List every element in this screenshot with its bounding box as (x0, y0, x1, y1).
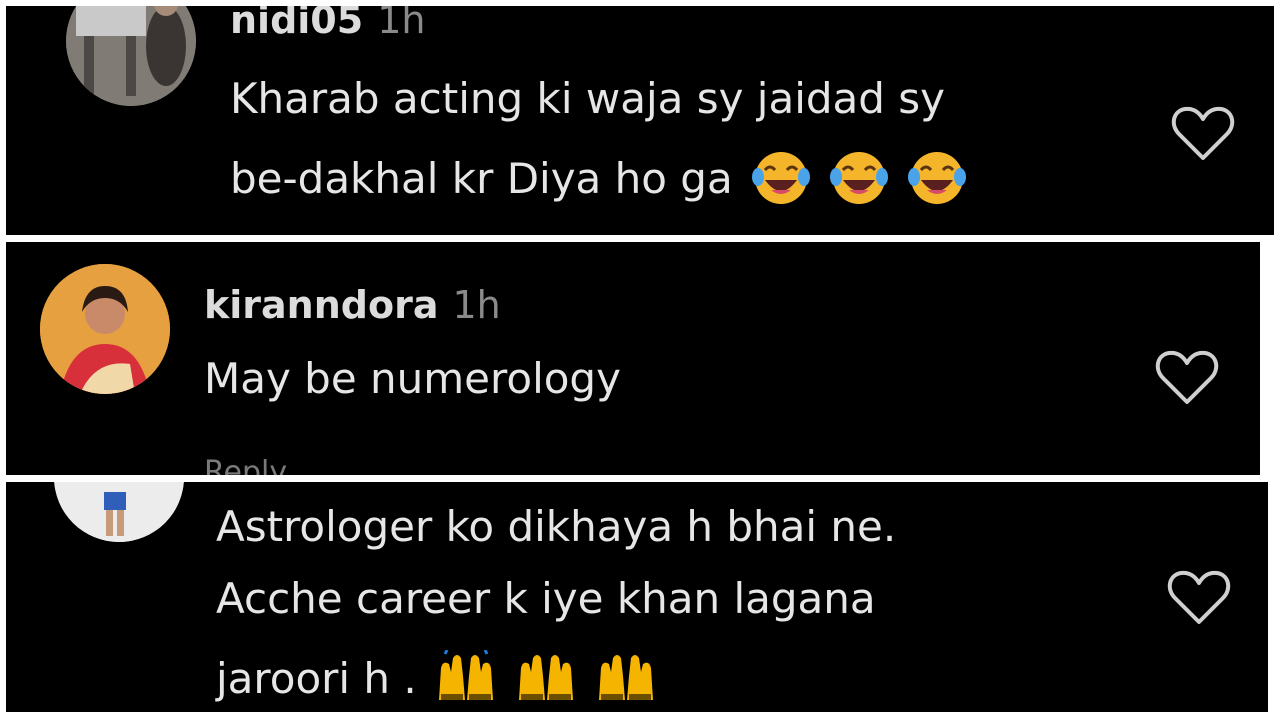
comment-text-line: be-dakhal kr Diya ho ga (230, 150, 967, 213)
username-text[interactable]: kiranndora (204, 283, 438, 327)
heart-outline-icon[interactable] (1170, 104, 1236, 164)
comment-card: nidi05 1h Kharab acting ki waja sy jaidad… (6, 6, 1274, 235)
heart-outline-icon[interactable] (1166, 568, 1232, 628)
reply-link[interactable]: Reply (204, 458, 287, 476)
comment-text: May be numerology (204, 354, 621, 403)
username-text[interactable]: nidi05 (230, 6, 363, 42)
avatar[interactable] (66, 6, 196, 106)
comment-text-line: jaroori h . (216, 648, 657, 712)
comment-card: kiranndora 1h May be numerology Reply (6, 242, 1260, 475)
heart-outline-icon[interactable] (1154, 348, 1220, 408)
comment-time: 1h (452, 283, 501, 327)
raising-hands-icon (595, 650, 657, 712)
comment-text: Acche career k iye khan lagana (216, 574, 876, 623)
comment-time: 1h (377, 6, 426, 42)
raising-hands-icon (435, 648, 497, 712)
raising-hands-icon (515, 650, 577, 712)
comment-text: jaroori h . (216, 654, 417, 703)
avatar[interactable] (40, 264, 170, 394)
comment-text: be-dakhal kr Diya ho ga (230, 154, 733, 203)
comment-username[interactable]: kiranndora 1h (204, 286, 501, 324)
face-with-tears-of-joy-icon (751, 150, 811, 213)
avatar[interactable] (54, 482, 184, 542)
face-with-tears-of-joy-icon (829, 150, 889, 213)
comment-text: Astrologer ko dikhaya h bhai ne. (216, 502, 897, 551)
face-with-tears-of-joy-icon (907, 150, 967, 213)
comment-card: Astrologer ko dikhaya h bhai ne. Acche c… (6, 482, 1268, 712)
comment-username[interactable]: nidi05 1h (230, 6, 425, 39)
comment-text-line: Kharab acting ki waja sy jaidad sy (230, 74, 946, 123)
